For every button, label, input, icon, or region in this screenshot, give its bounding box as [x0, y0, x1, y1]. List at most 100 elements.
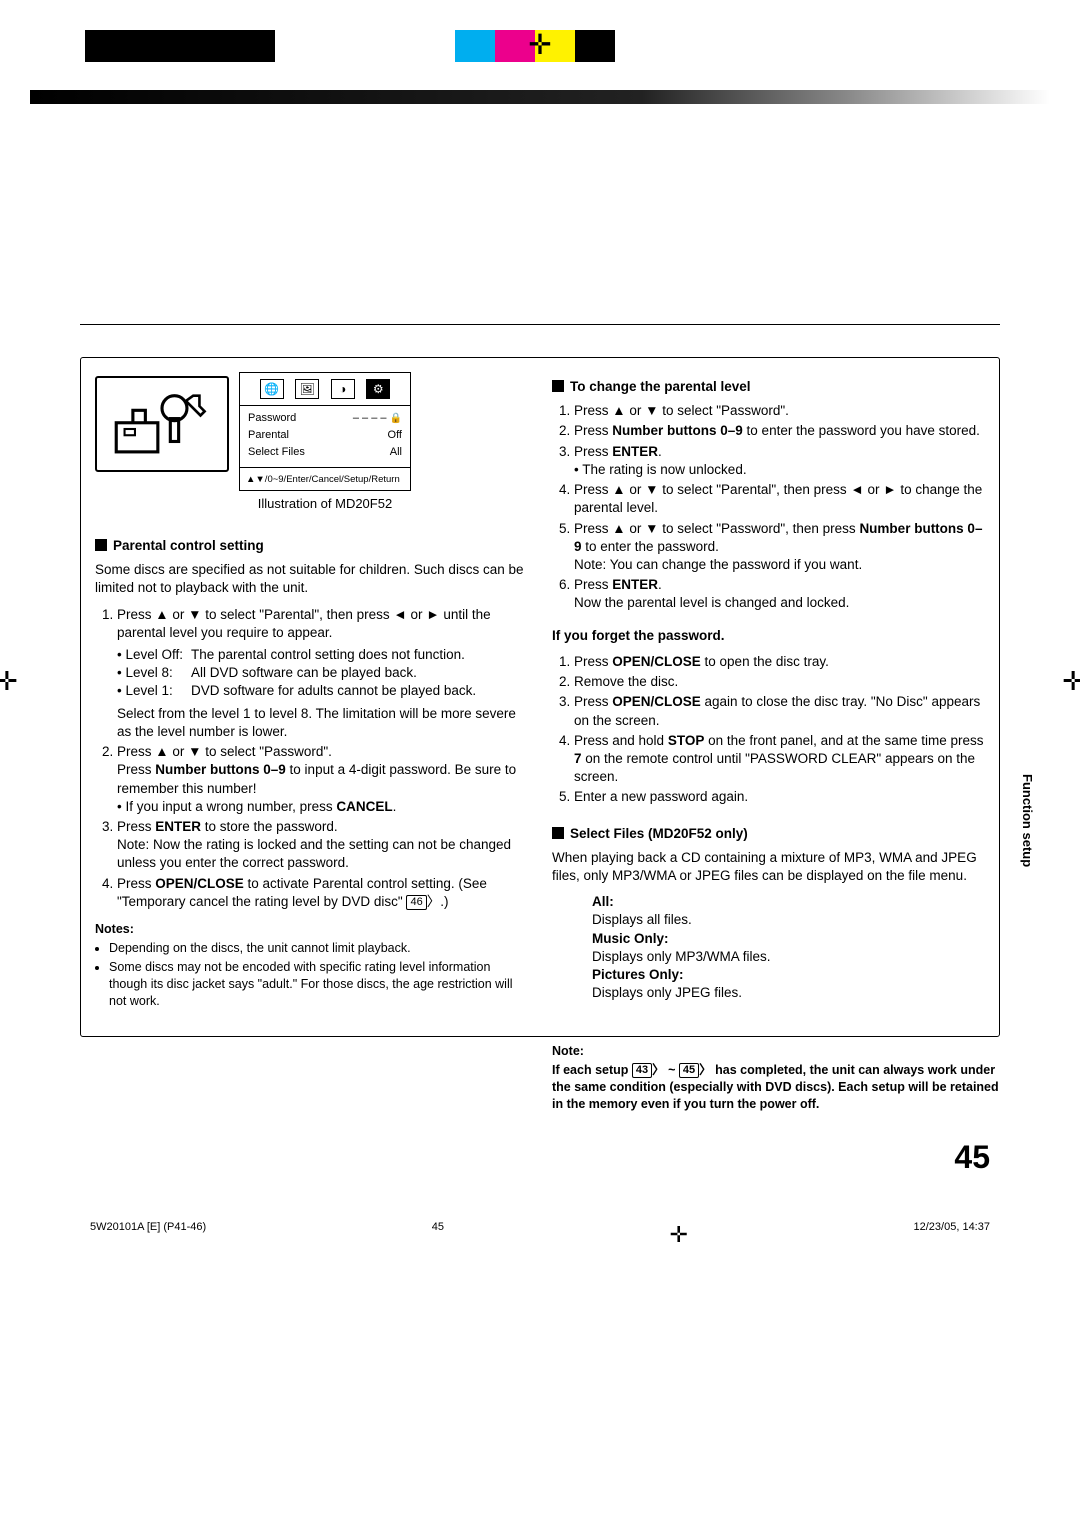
steps-list: Press ▲ or ▼ to select "Parental", then … [95, 606, 528, 912]
menu-value: All [390, 445, 402, 460]
level-label: • Level Off: [117, 646, 191, 664]
swatch-gap [275, 30, 455, 62]
step-text: .) [440, 894, 448, 909]
t: • The rating is now unlocked. [574, 462, 747, 477]
select-files-options: All: Displays all files. Music Only: Dis… [552, 893, 985, 1002]
t: Press [574, 694, 612, 709]
swatch-black [85, 30, 275, 62]
bold-text: Number buttons 0–9 [155, 762, 286, 777]
page-ref: 46 [406, 895, 426, 910]
t: to open the disc tray. [701, 654, 829, 669]
step: Press and hold STOP on the front panel, … [574, 732, 985, 787]
step-text: Press ▲ or ▼ to select "Parental", then … [117, 607, 491, 640]
content-box: 🌐 🖼 ◑ ⚙ Password– – – – 🔒 ParentalOff Se… [80, 357, 1000, 1037]
menu-screen-wrap: 🌐 🖼 ◑ ⚙ Password– – – – 🔒 ParentalOff Se… [239, 372, 411, 531]
section-heading: Select Files (MD20F52 only) [552, 825, 985, 843]
t: on the front panel, and at the same time… [704, 733, 983, 748]
bold-text: CANCEL [336, 799, 392, 814]
opt-text: Displays all files. [592, 911, 985, 929]
opt-text: Displays only MP3/WMA files. [592, 948, 985, 966]
t: Note: You can change the password if you… [574, 557, 862, 572]
change-level-steps: Press ▲ or ▼ to select "Password". Press… [552, 402, 985, 612]
t: on the remote control until "PASSWORD CL… [574, 751, 975, 784]
note-item: Depending on the discs, the unit cannot … [109, 940, 528, 957]
note-item: Some discs may not be encoded with speci… [109, 959, 528, 1010]
t: Now the parental level is changed and lo… [574, 595, 849, 610]
section-heading: To change the parental level [552, 378, 985, 396]
level-text: All DVD software can be played back. [191, 664, 417, 682]
step-text: Note: Now the rating is locked and the s… [117, 837, 511, 870]
crop-mark-left-icon: ✛ [0, 664, 18, 699]
illustration-row: 🌐 🖼 ◑ ⚙ Password– – – – 🔒 ParentalOff Se… [95, 372, 528, 531]
picture-icon: 🖼 [295, 379, 319, 399]
bold-text: ENTER [155, 819, 201, 834]
setup-icon [95, 376, 229, 472]
t: Press [574, 654, 612, 669]
forgot-steps: Press OPEN/CLOSE to open the disc tray. … [552, 653, 985, 807]
t: . [658, 444, 662, 459]
t: . [658, 577, 662, 592]
t: If each setup [552, 1063, 632, 1077]
level-text: The parental control setting does not fu… [191, 646, 465, 664]
audio-icon: ◑ [331, 379, 355, 399]
step-text: Press [117, 819, 155, 834]
menu-value: – – – – [353, 412, 387, 424]
level-label: • Level 8: [117, 664, 191, 682]
intro-text: Some discs are specified as not suitable… [95, 561, 528, 597]
step: Press ENTER.Now the parental level is ch… [574, 576, 985, 612]
page-ref: 45 [679, 1063, 699, 1078]
t: to enter the password. [582, 539, 719, 554]
forgot-heading: If you forget the password. [552, 627, 985, 645]
t: Press ▲ or ▼ to select "Password", then … [574, 521, 856, 536]
step: Press ▲ or ▼ to select "Password". [574, 402, 985, 420]
level-text: DVD software for adults cannot be played… [191, 682, 476, 700]
step-4: Press OPEN/CLOSE to activate Parental co… [117, 875, 528, 911]
menu-label: Select Files [248, 445, 305, 460]
final-note-block: Note: If each setup 43〉 ~ 45〉 has comple… [552, 1043, 1000, 1113]
menu-hint: ▲▼/0~9/Enter/Cancel/Setup/Return [240, 467, 410, 487]
settings-tab-icon: ⚙ [366, 379, 390, 399]
t: Press and hold [574, 733, 668, 748]
t: ~ [665, 1063, 679, 1077]
section-tab: Function setup [1018, 774, 1036, 867]
bold-text: STOP [668, 733, 705, 748]
step-1: Press ▲ or ▼ to select "Parental", then … [117, 606, 528, 742]
bold-text: OPEN/CLOSE [612, 694, 701, 709]
step: Press OPEN/CLOSE again to close the disc… [574, 693, 985, 729]
footer-center: 45 [432, 1220, 444, 1250]
step: Press Number buttons 0–9 to enter the pa… [574, 422, 985, 440]
select-files-intro: When playing back a CD containing a mixt… [552, 849, 985, 885]
opt-heading: Pictures Only: [592, 967, 684, 982]
print-registration-area: ✛ [0, 0, 1080, 90]
opt-heading: Music Only: [592, 931, 669, 946]
illustration-caption: Illustration of MD20F52 [239, 495, 411, 513]
menu-screen: 🌐 🖼 ◑ ⚙ Password– – – – 🔒 ParentalOff Se… [239, 372, 411, 491]
right-column: To change the parental level Press ▲ or … [552, 372, 985, 1022]
notes-list: Depending on the discs, the unit cannot … [95, 940, 528, 1010]
step-text: • If you input a wrong number, press [117, 799, 336, 814]
page-number: 45 [80, 1136, 1000, 1179]
step-text: Press [117, 876, 155, 891]
bold-text: OPEN/CLOSE [155, 876, 244, 891]
bold-text: 7 [574, 751, 582, 766]
bold-text: Number buttons 0–9 [612, 423, 743, 438]
opt-heading: All: [592, 894, 614, 909]
page-body: ✛ ✛ Function setup [0, 104, 1080, 1220]
bold-text: OPEN/CLOSE [612, 654, 701, 669]
crop-mark-right-icon: ✛ [1062, 664, 1080, 699]
bold-text: ENTER [612, 577, 658, 592]
t: Press [574, 423, 612, 438]
step-2: Press ▲ or ▼ to select "Password". Press… [117, 743, 528, 816]
t: to enter the password you have stored. [743, 423, 980, 438]
step-text: . [393, 799, 397, 814]
tools-glyph-icon [110, 387, 214, 461]
step: Remove the disc. [574, 673, 985, 691]
menu-label: Password [248, 411, 296, 426]
print-footer: 5W20101A [E] (P41-46) 45 ✛ 12/23/05, 14:… [0, 1220, 1080, 1274]
page-ref: 43 [632, 1063, 652, 1078]
note-heading: Note: [552, 1043, 1000, 1060]
gradient-bar [30, 90, 1050, 104]
footer-right: 12/23/05, 14:37 [914, 1220, 990, 1250]
opt-text: Displays only JPEG files. [592, 984, 985, 1002]
step: Press ENTER.• The rating is now unlocked… [574, 443, 985, 479]
